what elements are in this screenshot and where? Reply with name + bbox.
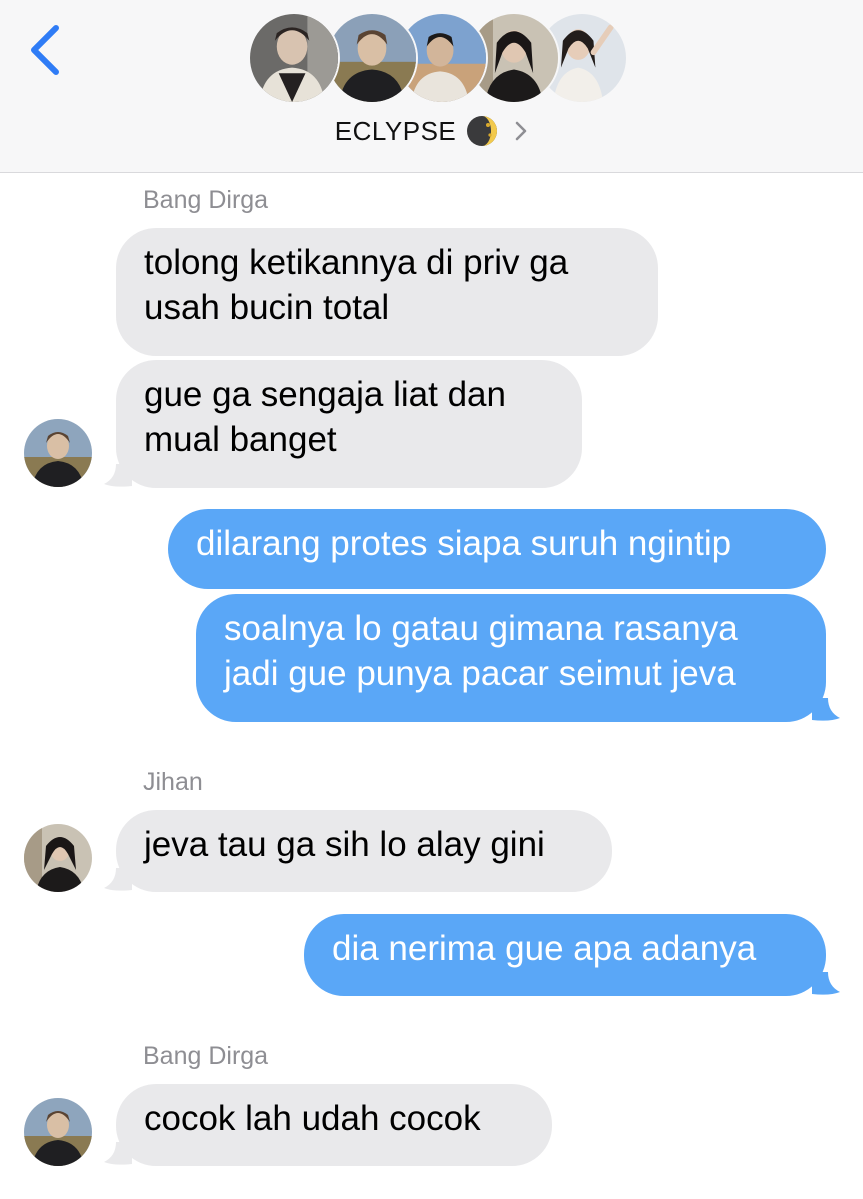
sender-name: Bang Dirga — [143, 1042, 269, 1070]
moon-icon — [467, 116, 498, 146]
incoming-message-bubble[interactable]: cocok lah udah cocok — [116, 1084, 552, 1166]
outgoing-message-bubble[interactable]: dilarang protes siapa suruh ngintip — [168, 509, 826, 589]
bubble-tail — [812, 972, 840, 995]
bubble-tail — [104, 868, 132, 891]
bubble-tail — [104, 464, 132, 487]
incoming-message-bubble[interactable]: gue ga sengaja liat dan mual banget — [116, 360, 582, 488]
message-line: usah bucin total — [144, 288, 390, 327]
outgoing-message-bubble[interactable]: soalnya lo gatau gimana rasanya jadi gue… — [196, 594, 826, 722]
member-avatar — [248, 12, 340, 104]
group-avatars[interactable] — [248, 12, 628, 108]
message-line: soalnya lo gatau gimana rasanya — [224, 609, 738, 648]
bubble-tail — [104, 1142, 132, 1165]
chat-header: ECLYPSE — [0, 0, 863, 173]
chevron-right-icon — [516, 121, 527, 141]
sender-avatar[interactable] — [24, 419, 92, 487]
sender-avatar[interactable] — [24, 824, 92, 892]
message-line: jadi gue punya pacar seimut jeva — [224, 654, 736, 693]
message-line: jeva tau ga sih lo alay gini — [144, 825, 545, 864]
bubble-tail — [812, 698, 840, 721]
incoming-message-bubble[interactable]: tolong ketikannya di priv ga usah bucin … — [116, 228, 658, 356]
chevron-left-icon — [31, 25, 59, 75]
message-line: mual banget — [144, 420, 337, 459]
back-button[interactable] — [22, 22, 68, 78]
sender-name: Jihan — [143, 768, 203, 796]
group-name: ECLYPSE — [334, 115, 457, 146]
incoming-message-bubble[interactable]: jeva tau ga sih lo alay gini — [116, 810, 612, 892]
message-line: dia nerima gue apa adanya — [332, 929, 757, 968]
message-line: gue ga sengaja liat dan — [144, 375, 506, 414]
outgoing-message-bubble[interactable]: dia nerima gue apa adanya — [304, 914, 826, 996]
message-line: cocok lah udah cocok — [144, 1099, 481, 1138]
message-line: dilarang protes siapa suruh ngintip — [196, 524, 732, 563]
sender-avatar[interactable] — [24, 1098, 92, 1166]
message-line: tolong ketikannya di priv ga — [144, 243, 569, 282]
sender-name: Bang Dirga — [143, 186, 269, 214]
group-title[interactable]: ECLYPSE — [0, 110, 863, 152]
